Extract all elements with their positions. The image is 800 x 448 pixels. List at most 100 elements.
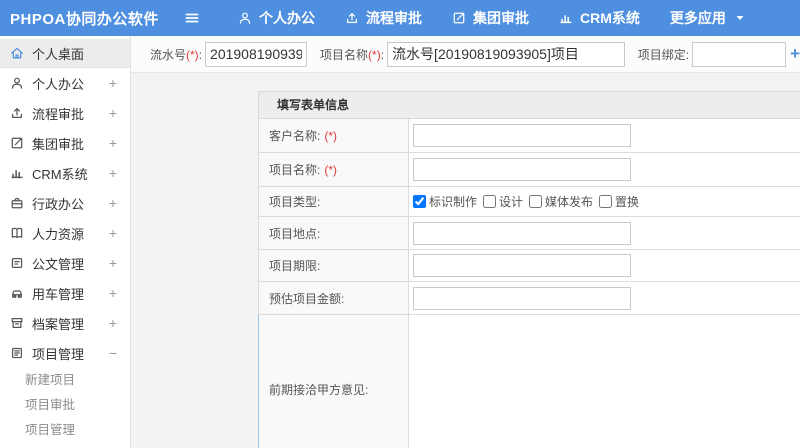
nav-item-0[interactable]: 个人办公 bbox=[238, 8, 315, 28]
expand-plus-icon[interactable]: + bbox=[109, 105, 117, 121]
nav-item-4[interactable]: 更多应用 bbox=[670, 8, 745, 28]
form-input-5[interactable] bbox=[413, 286, 631, 310]
checkbox-option-1[interactable]: 设计 bbox=[483, 193, 523, 210]
form-input-0[interactable] bbox=[413, 124, 631, 147]
sidebar-item-label: CRM系统 bbox=[32, 166, 88, 182]
home-icon bbox=[10, 46, 24, 60]
sidebar-item-8[interactable]: 用车管理 + bbox=[0, 278, 130, 308]
form-row-value bbox=[409, 153, 800, 186]
user-icon bbox=[10, 76, 24, 90]
toolbar-field-input-0[interactable] bbox=[205, 41, 308, 67]
flow-icon bbox=[10, 106, 24, 120]
sidebar-item-7[interactable]: 公文管理 + bbox=[0, 248, 130, 278]
form-row-value bbox=[409, 250, 800, 281]
required-marker: (*) bbox=[324, 128, 338, 143]
topnav: 个人办公 流程审批 集团审批 CRM系统 更多应用 bbox=[238, 8, 745, 28]
nav-item-2[interactable]: 集团审批 bbox=[452, 8, 529, 28]
sidebar-item-label: 行政办公 bbox=[32, 196, 85, 212]
checkbox-input-2[interactable] bbox=[529, 195, 543, 208]
collapse-minus-icon[interactable]: − bbox=[109, 345, 117, 361]
form-row-0: 客户名称: (*) bbox=[259, 119, 800, 153]
toolbar-field-input-2[interactable] bbox=[692, 41, 787, 67]
form-row-1: 项目名称: (*) bbox=[259, 153, 800, 187]
expand-plus-icon[interactable]: + bbox=[109, 225, 117, 241]
checkbox-option-3[interactable]: 置换 bbox=[599, 193, 639, 210]
checkbox-input-1[interactable] bbox=[483, 195, 497, 208]
sidebar-item-3[interactable]: 集团审批 + bbox=[0, 128, 130, 158]
toolbar-field-input-1[interactable] bbox=[387, 41, 625, 67]
nav-item-3[interactable]: CRM系统 bbox=[559, 8, 640, 28]
sidebar-item-label: 档案管理 bbox=[32, 316, 85, 332]
sidebar-subitem-0[interactable]: 新建项目 bbox=[0, 368, 130, 393]
expand-plus-icon[interactable]: + bbox=[109, 285, 117, 301]
add-icon[interactable]: + bbox=[790, 44, 800, 64]
sidebar-item-label: 个人桌面 bbox=[32, 46, 85, 62]
form-row-4: 项目期限: bbox=[259, 250, 800, 282]
book-icon bbox=[10, 226, 24, 240]
nav-item-1[interactable]: 流程审批 bbox=[345, 8, 422, 28]
chart-icon bbox=[559, 11, 573, 25]
form-input-1[interactable] bbox=[413, 158, 631, 181]
required-marker: (*) bbox=[186, 47, 199, 62]
sidebar-item-4[interactable]: CRM系统 + bbox=[0, 158, 130, 188]
form-input-3[interactable] bbox=[413, 221, 631, 245]
form-row-label: 客户名称: (*) bbox=[259, 119, 409, 152]
checkbox-option-2[interactable]: 媒体发布 bbox=[529, 193, 593, 210]
form-row-label: 项目期限: bbox=[259, 250, 409, 281]
expand-plus-icon[interactable]: + bbox=[109, 75, 117, 91]
form-textarea-6[interactable] bbox=[413, 317, 800, 448]
toolbar-field-label-2: 项目绑定: bbox=[637, 47, 690, 62]
chart-icon bbox=[10, 166, 24, 180]
briefcase-icon bbox=[10, 196, 24, 210]
form-row-label: 项目地点: bbox=[259, 217, 409, 249]
user-icon bbox=[238, 11, 252, 25]
sidebar-item-1[interactable]: 个人办公 + bbox=[0, 68, 130, 98]
doc-icon bbox=[10, 256, 24, 270]
toolbar-field-label-0: 流水号(*): bbox=[150, 47, 203, 62]
sidebar-item-9[interactable]: 档案管理 + bbox=[0, 308, 130, 338]
checkbox-group: 标识制作 设计 媒体发布 置换 bbox=[413, 193, 645, 210]
menu-toggle-button[interactable] bbox=[184, 10, 200, 26]
sidebar-item-label: 个人办公 bbox=[32, 76, 85, 92]
expand-plus-icon[interactable]: + bbox=[109, 315, 117, 331]
expand-plus-icon[interactable]: + bbox=[109, 165, 117, 181]
form-row-label: 前期接洽甲方意见: bbox=[259, 315, 409, 448]
caret-down-icon bbox=[735, 13, 745, 23]
sidebar-subitem-1[interactable]: 项目审批 bbox=[0, 393, 130, 418]
checkbox-input-0[interactable] bbox=[413, 195, 426, 208]
sidebar-item-0[interactable]: 个人桌面 bbox=[0, 39, 130, 68]
main-content: 流水号(*): 项目名称(*): 项目绑定: + 填写表单信息 客户名称:(*)… bbox=[131, 36, 800, 448]
expand-plus-icon[interactable]: + bbox=[109, 135, 117, 151]
sidebar-item-label: 用车管理 bbox=[32, 286, 85, 302]
sidebar-item-label: 集团审批 bbox=[32, 136, 85, 152]
hamburger-menu-icon bbox=[184, 10, 200, 26]
form-panel-title: 填写表单信息 bbox=[259, 92, 800, 119]
sidebar-item-5[interactable]: 行政办公 + bbox=[0, 188, 130, 218]
toolbar-field-label-1: 项目名称(*): bbox=[320, 47, 385, 62]
nav-item-label: 更多应用 bbox=[669, 10, 726, 26]
sidebar-item-2[interactable]: 流程审批 + bbox=[0, 98, 130, 128]
form-row-2: 项目类型: 标识制作 设计 媒体发布 置换 bbox=[259, 187, 800, 217]
form-row-value bbox=[409, 217, 800, 249]
checkbox-option-0[interactable]: 标识制作 bbox=[413, 193, 477, 210]
sidebar-item-label: 流程审批 bbox=[32, 106, 85, 122]
edit-square-icon bbox=[10, 136, 24, 150]
sidebar-item-label: 项目管理 bbox=[32, 346, 85, 362]
flow-icon bbox=[345, 11, 359, 25]
form-row-value bbox=[409, 315, 800, 448]
form-row-value bbox=[409, 282, 800, 314]
form-row-label: 预估项目金额: bbox=[259, 282, 409, 314]
sidebar-item-6[interactable]: 人力资源 + bbox=[0, 218, 130, 248]
sidebar-item-10[interactable]: 项目管理 − bbox=[0, 338, 130, 368]
archive-icon bbox=[10, 316, 24, 330]
sidebar-subitem-2[interactable]: 项目管理 bbox=[0, 418, 130, 443]
form-row-label: 项目类型: bbox=[259, 187, 409, 216]
checkbox-input-3[interactable] bbox=[599, 195, 613, 208]
expand-plus-icon[interactable]: + bbox=[109, 255, 117, 271]
expand-plus-icon[interactable]: + bbox=[109, 195, 117, 211]
nav-item-label: 流程审批 bbox=[366, 10, 422, 26]
form-row-value bbox=[409, 119, 800, 152]
toolbar: 流水号(*): 项目名称(*): 项目绑定: + bbox=[131, 36, 800, 73]
form-input-4[interactable] bbox=[413, 254, 631, 277]
form-panel: 填写表单信息 客户名称: (*) 项目名称: (*) 项目类型: 标识制作 设计 媒体发… bbox=[258, 91, 800, 448]
